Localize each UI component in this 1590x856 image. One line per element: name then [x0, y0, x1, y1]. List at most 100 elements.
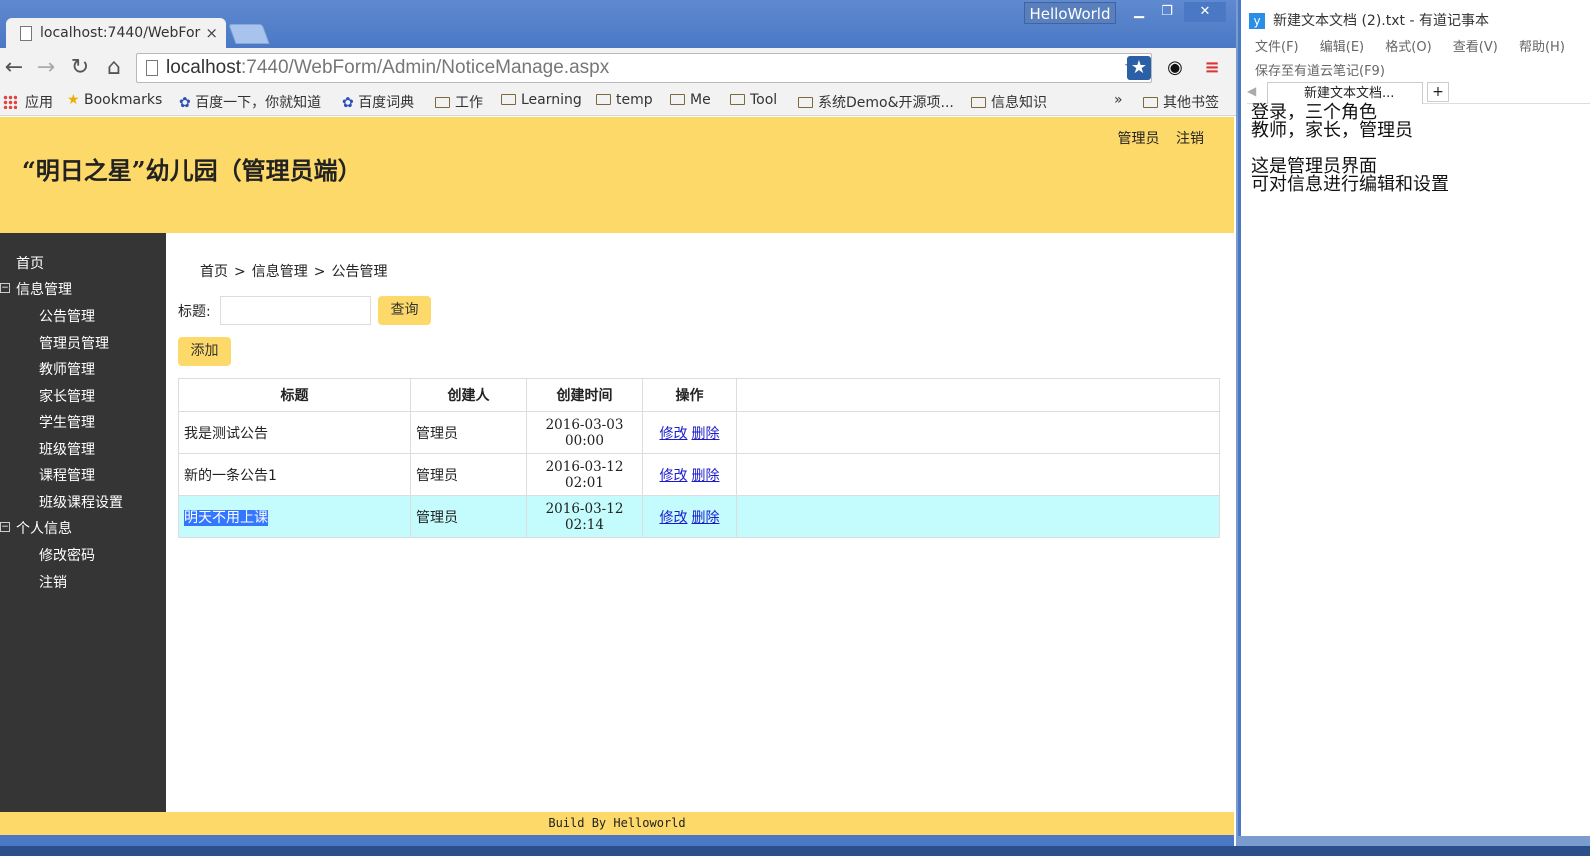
breadcrumb-home[interactable]: 首页: [200, 264, 228, 280]
main-content: 首页 > 信息管理 > 公告管理 标题: 查询 添加 标题 创建人 创建时间 操作 我是…: [166, 233, 1234, 812]
taskbar: [0, 846, 1590, 856]
bookmark-folder-info[interactable]: 信息知识: [971, 92, 1047, 112]
delete-link[interactable]: 删除: [692, 510, 720, 526]
reload-icon[interactable]: ↻: [66, 54, 94, 82]
cell-empty: [736, 411, 1220, 454]
save-to-cloud-link[interactable]: 保存至有道云笔记(F9): [1255, 60, 1385, 79]
bookmark-folder-tool[interactable]: Tool: [730, 92, 777, 108]
eye-icon[interactable]: ◉: [1163, 56, 1187, 80]
text-line: 教师，家长，管理员: [1251, 120, 1413, 141]
back-arrow-icon[interactable]: ←: [0, 54, 28, 82]
collapse-icon[interactable]: −: [0, 283, 10, 293]
bookmark-bookmarks[interactable]: ★ Bookmarks: [67, 92, 162, 108]
cell-empty: [736, 495, 1220, 538]
collapse-icon[interactable]: −: [0, 522, 10, 532]
new-tab-plus-button[interactable]: +: [1427, 82, 1449, 102]
sidebar-item-class-course[interactable]: 班级课程设置: [39, 492, 123, 512]
edit-link[interactable]: 修改: [660, 510, 688, 526]
address-bar[interactable]: localhost:7440/WebForm/Admin/NoticeManag…: [136, 53, 1152, 83]
cell-title: 明天不用上课: [178, 495, 411, 538]
menu-file[interactable]: 文件(F): [1255, 40, 1299, 55]
close-window-icon[interactable]: ✕: [1184, 2, 1226, 22]
bookmark-apps[interactable]: 应用: [3, 92, 53, 112]
user-links: 管理员 注销: [1106, 128, 1204, 148]
extension-star-icon[interactable]: ★: [1127, 56, 1151, 80]
cell-creator: 管理员: [410, 495, 527, 538]
sidebar-item-admin[interactable]: 管理员管理: [39, 333, 109, 353]
edit-link[interactable]: 修改: [660, 468, 688, 484]
folder-icon: [670, 94, 685, 105]
window-user-label: HelloWorld: [1024, 2, 1116, 24]
title-search-input[interactable]: [220, 296, 371, 325]
query-button[interactable]: 查询: [378, 296, 431, 325]
sidebar-item-change-password[interactable]: 修改密码: [39, 545, 95, 565]
column-header-empty: [736, 378, 1220, 412]
notepad-tab[interactable]: 新建文本文档...: [1267, 82, 1423, 104]
bookmark-baidu[interactable]: ✿ 百度一下，你就知道: [179, 92, 321, 112]
cell-creator: 管理员: [410, 411, 527, 454]
folder-icon: [798, 97, 813, 108]
forward-arrow-icon[interactable]: →: [32, 54, 60, 82]
apps-grid-icon: [3, 95, 17, 109]
table-row: 我是测试公告 管理员 2016-03-03 00:00 修改 删除: [178, 411, 1220, 454]
notice-table: 标题 创建人 创建时间 操作 我是测试公告 管理员 2016-03-03 00:0…: [178, 378, 1220, 538]
menu-icon[interactable]: ≡: [1200, 56, 1224, 80]
page-icon: [146, 60, 158, 76]
sidebar-group-personal[interactable]: − 个人信息: [0, 518, 72, 538]
bookmark-folder-learning[interactable]: Learning: [501, 92, 582, 108]
tab-scroll-left-icon[interactable]: ◀: [1247, 84, 1256, 98]
browser-toolbar: ← → ↻ ⌂ localhost:7440/WebForm/Admin/Not…: [0, 48, 1236, 88]
folder-icon: [730, 94, 745, 105]
column-header-created-time: 创建时间: [526, 378, 643, 412]
delete-link[interactable]: 删除: [692, 426, 720, 442]
sidebar-item-student[interactable]: 学生管理: [39, 412, 95, 432]
bookmark-baidu-dict[interactable]: ✿ 百度词典: [342, 92, 414, 112]
bookmark-folder-work[interactable]: 工作: [435, 92, 483, 112]
sidebar-group-info[interactable]: − 信息管理: [0, 279, 72, 299]
current-user-link[interactable]: 管理员: [1118, 131, 1160, 147]
cell-created-time: 2016-03-03 00:00: [526, 411, 643, 454]
new-tab-button[interactable]: [228, 24, 270, 44]
sidebar-item-class[interactable]: 班级管理: [39, 439, 95, 459]
table-row: 新的一条公告1 管理员 2016-03-12 02:01 修改 删除: [178, 453, 1220, 496]
site-header: “明日之星”幼儿园（管理员端） 管理员 注销: [0, 117, 1234, 233]
bookmark-label: 百度一下，你就知道: [195, 95, 322, 111]
menu-edit[interactable]: 编辑(E): [1320, 40, 1364, 55]
edit-link[interactable]: 修改: [660, 426, 688, 442]
sidebar-item-parent[interactable]: 家长管理: [39, 386, 95, 406]
cell-created-time: 2016-03-12 02:01: [526, 453, 643, 496]
bookmark-folder-temp[interactable]: temp: [596, 92, 653, 108]
minimize-icon[interactable]: ▁: [1126, 2, 1152, 22]
sidebar-item-teacher[interactable]: 教师管理: [39, 359, 95, 379]
bookmarks-bar: 应用 ★ Bookmarks ✿ 百度一下，你就知道 ✿ 百度词典 工作 Lea…: [0, 88, 1236, 116]
add-button[interactable]: 添加: [178, 337, 231, 366]
sidebar-item-course[interactable]: 课程管理: [39, 465, 95, 485]
title-search-label: 标题:: [178, 304, 211, 320]
bookmark-folder-demo[interactable]: 系统Demo&开源项...: [798, 92, 954, 112]
tab-close-icon[interactable]: ×: [205, 18, 218, 48]
logout-link[interactable]: 注销: [1176, 131, 1204, 147]
menu-view[interactable]: 查看(V): [1453, 40, 1498, 55]
menu-help[interactable]: 帮助(H): [1519, 40, 1565, 55]
bookmarks-overflow[interactable]: »: [1114, 92, 1123, 108]
cell-title: 我是测试公告: [178, 411, 411, 454]
menu-format[interactable]: 格式(O): [1385, 40, 1431, 55]
home-icon[interactable]: ⌂: [100, 54, 128, 82]
maximize-icon[interactable]: ❐: [1154, 2, 1180, 22]
browser-tab[interactable]: localhost:7440/WebFor ×: [6, 18, 226, 48]
date-text: 2016-03-12: [545, 500, 624, 517]
folder-icon: [501, 94, 516, 105]
notepad-text-area[interactable]: 登录，三个角色 教师，家长，管理员 这是管理员界面 可对信息进行编辑和设置: [1251, 104, 1449, 194]
bookmark-folder-me[interactable]: Me: [670, 92, 711, 108]
sidebar-item-notice[interactable]: 公告管理: [39, 306, 95, 326]
bookmark-folder-other[interactable]: 其他书签: [1143, 92, 1219, 112]
url-host: localhost: [166, 57, 241, 78]
folder-icon: [1143, 97, 1158, 108]
sidebar-item-logout[interactable]: 注销: [39, 572, 67, 592]
url-text[interactable]: localhost:7440/WebForm/Admin/NoticeManag…: [166, 57, 609, 79]
breadcrumb-info[interactable]: 信息管理: [252, 264, 308, 280]
bookmark-label: 信息知识: [991, 95, 1047, 111]
sidebar-group-label: 信息管理: [16, 282, 72, 298]
sidebar-item-home[interactable]: 首页: [16, 253, 44, 273]
delete-link[interactable]: 删除: [692, 468, 720, 484]
